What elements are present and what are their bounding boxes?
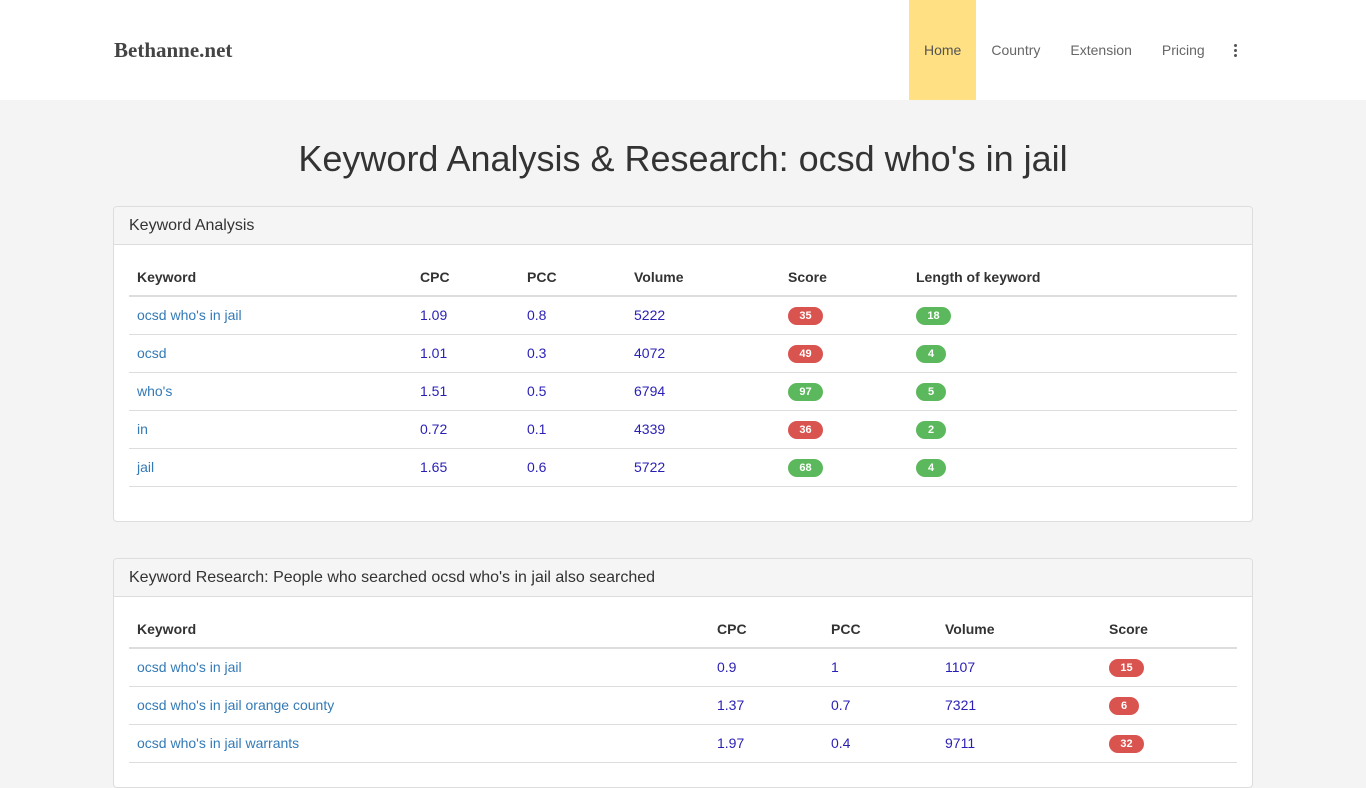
pcc-value: 0.7 <box>823 686 937 725</box>
col-cpc: CPC <box>709 612 823 649</box>
nav-pricing[interactable]: Pricing <box>1147 0 1220 100</box>
keyword-link[interactable]: jail <box>137 459 154 475</box>
table-row: ocsd 1.01 0.3 4072 49 4 <box>129 334 1237 373</box>
volume-value: 9711 <box>937 724 1101 763</box>
keyword-analysis-table: Keyword CPC PCC Volume Score Length of k… <box>129 260 1237 487</box>
navbar: Bethanne.net Home Country Extension Pric… <box>0 0 1366 100</box>
cpc-value: 1.01 <box>412 334 519 373</box>
page-title: Keyword Analysis & Research: ocsd who's … <box>298 138 1068 179</box>
col-score: Score <box>780 260 908 297</box>
cpc-value: 1.51 <box>412 372 519 411</box>
cpc-value: 0.9 <box>709 648 823 687</box>
col-volume: Volume <box>937 612 1101 649</box>
score-badge: 6 <box>1109 696 1139 715</box>
keyword-research-heading: Keyword Research: People who searched oc… <box>114 559 1252 597</box>
brand-logo[interactable]: Bethanne.net <box>114 38 232 63</box>
volume-value: 7321 <box>937 686 1101 725</box>
keyword-analysis-heading: Keyword Analysis <box>114 207 1252 245</box>
length-badge: 4 <box>916 458 946 477</box>
nav-menu: Home Country Extension Pricing <box>909 0 1252 100</box>
keyword-research-table: Keyword CPC PCC Volume Score ocsd who's … <box>129 612 1237 763</box>
volume-value: 1107 <box>937 648 1101 687</box>
col-pcc: PCC <box>823 612 937 649</box>
keyword-research-panel: Keyword Research: People who searched oc… <box>113 558 1253 788</box>
nav-extension[interactable]: Extension <box>1055 0 1146 100</box>
pcc-value: 0.5 <box>519 372 626 411</box>
cpc-value: 1.37 <box>709 686 823 725</box>
volume-value: 6794 <box>626 372 780 411</box>
col-keyword: Keyword <box>129 612 709 649</box>
col-pcc: PCC <box>519 260 626 297</box>
table-row: jail 1.65 0.6 5722 68 4 <box>129 448 1237 487</box>
keyword-link[interactable]: ocsd who's in jail <box>137 659 242 675</box>
volume-value: 4072 <box>626 334 780 373</box>
nav-home[interactable]: Home <box>909 0 977 100</box>
volume-value: 5222 <box>626 296 780 335</box>
score-badge: 49 <box>788 344 823 363</box>
col-keyword: Keyword <box>129 260 412 297</box>
cpc-value: 1.65 <box>412 448 519 487</box>
cpc-value: 0.72 <box>412 410 519 449</box>
cpc-value: 1.09 <box>412 296 519 335</box>
pcc-value: 0.1 <box>519 410 626 449</box>
table-row: ocsd who's in jail 0.9 1 1107 15 <box>129 648 1237 687</box>
score-badge: 32 <box>1109 734 1144 753</box>
pcc-value: 1 <box>823 648 937 687</box>
score-badge: 15 <box>1109 658 1144 677</box>
col-cpc: CPC <box>412 260 519 297</box>
table-row: who's 1.51 0.5 6794 97 5 <box>129 372 1237 411</box>
score-badge: 36 <box>788 420 823 439</box>
keyword-link[interactable]: ocsd <box>137 345 167 361</box>
length-badge: 4 <box>916 344 946 363</box>
pcc-value: 0.8 <box>519 296 626 335</box>
table-header-row: Keyword CPC PCC Volume Score <box>129 612 1237 649</box>
vertical-ellipsis-icon[interactable] <box>1220 0 1252 100</box>
volume-value: 5722 <box>626 448 780 487</box>
table-header-row: Keyword CPC PCC Volume Score Length of k… <box>129 260 1237 297</box>
table-row: ocsd who's in jail 1.09 0.8 5222 35 18 <box>129 296 1237 335</box>
table-row: in 0.72 0.1 4339 36 2 <box>129 410 1237 449</box>
keyword-link[interactable]: ocsd who's in jail orange county <box>137 697 334 713</box>
table-row: ocsd who's in jail orange county 1.37 0.… <box>129 686 1237 725</box>
col-length: Length of keyword <box>908 260 1237 297</box>
pcc-value: 0.4 <box>823 724 937 763</box>
volume-value: 4339 <box>626 410 780 449</box>
keyword-link[interactable]: in <box>137 421 148 437</box>
length-badge: 5 <box>916 382 946 401</box>
nav-country[interactable]: Country <box>976 0 1055 100</box>
pcc-value: 0.6 <box>519 448 626 487</box>
pcc-value: 0.3 <box>519 334 626 373</box>
score-badge: 68 <box>788 458 823 477</box>
keyword-link[interactable]: ocsd who's in jail <box>137 307 242 323</box>
col-volume: Volume <box>626 260 780 297</box>
keyword-link[interactable]: ocsd who's in jail warrants <box>137 735 299 751</box>
cpc-value: 1.97 <box>709 724 823 763</box>
keyword-link[interactable]: who's <box>137 383 172 399</box>
length-badge: 18 <box>916 306 951 325</box>
length-badge: 2 <box>916 420 946 439</box>
keyword-analysis-panel: Keyword Analysis Keyword CPC PCC Volume … <box>113 206 1253 522</box>
score-badge: 35 <box>788 306 823 325</box>
col-score: Score <box>1101 612 1237 649</box>
table-row: ocsd who's in jail warrants 1.97 0.4 971… <box>129 724 1237 763</box>
score-badge: 97 <box>788 382 823 401</box>
